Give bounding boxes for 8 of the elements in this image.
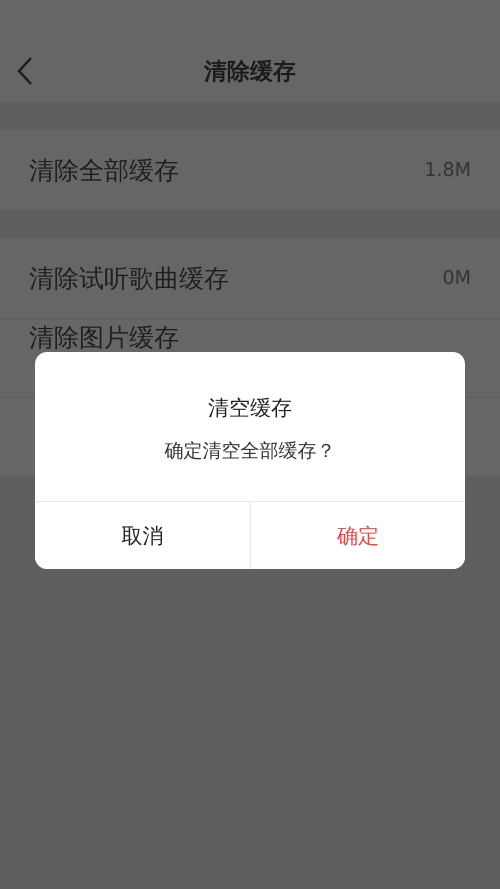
row-label[interactable]: 清除全部缓存: [29, 154, 179, 186]
row-label[interactable]: 清除试听歌曲缓存: [29, 262, 229, 294]
row-label[interactable]: 清除图片缓存: [29, 325, 179, 350]
confirm-button[interactable]: 确定: [250, 502, 465, 569]
back-icon[interactable]: [17, 56, 33, 86]
page-title: 清除缓存: [204, 58, 296, 86]
dialog-title: 清空缓存: [208, 395, 292, 422]
dialog-message: 确定清空全部缓存？: [164, 439, 336, 464]
